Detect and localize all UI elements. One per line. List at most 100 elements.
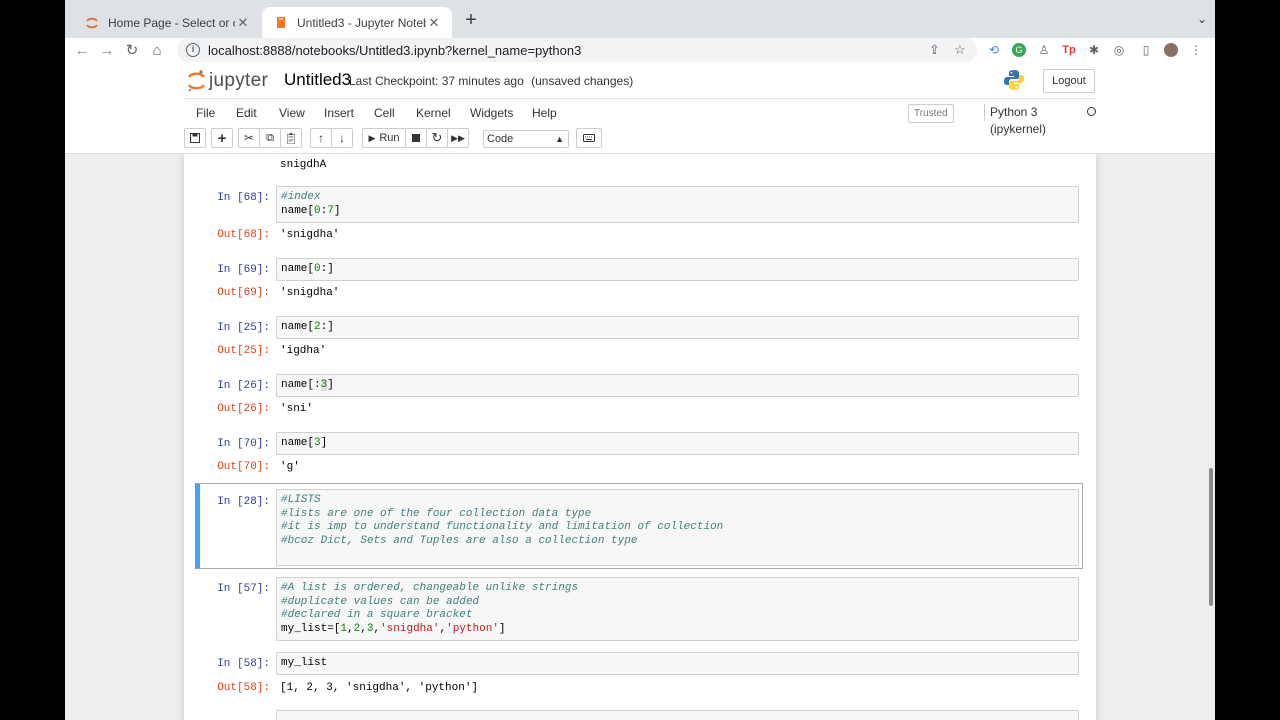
- code-comment: #duplicate values can be added: [281, 595, 480, 608]
- code-cell-input[interactable]: my_list: [276, 652, 1079, 675]
- extensions-puzzle-icon[interactable]: ✱: [1087, 43, 1101, 57]
- input-prompt: In [68]:: [217, 192, 270, 204]
- jupyter-logo[interactable]: jupyter: [187, 69, 268, 93]
- code-cell-input[interactable]: #A list is ordered, changeable unlike st…: [276, 577, 1079, 641]
- code-cell-input[interactable]: #index name[0:7]: [276, 186, 1079, 223]
- forward-arrow-icon[interactable]: →: [96, 40, 118, 62]
- notebook-name[interactable]: Untitled3: [284, 70, 351, 90]
- cell-type-select[interactable]: Code ▲: [483, 130, 569, 148]
- code-comment: #bcoz Dict, Sets and Tuples are also a c…: [281, 534, 638, 547]
- cell-output: 'sni': [280, 403, 314, 415]
- grammar-extension-icon[interactable]: G: [1012, 43, 1026, 57]
- code-cell-input[interactable]: name[0:]: [276, 258, 1079, 281]
- trusted-indicator[interactable]: Trusted: [908, 104, 954, 123]
- url-text: localhost:8888/notebooks/Untitled3.ipynb…: [208, 42, 582, 58]
- python-logo-icon: [1003, 69, 1025, 96]
- close-tab-icon[interactable]: ✕: [235, 15, 251, 31]
- menu-edit[interactable]: Edit: [236, 106, 257, 120]
- input-prompt: In [25]:: [217, 322, 270, 334]
- code-comment: #lists are one of the four collection da…: [281, 507, 592, 520]
- browser-toolbar: ← → ↻ ⌂ i localhost:8888/notebooks/Untit…: [65, 38, 1215, 65]
- chrome-menu-icon[interactable]: ⋮: [1189, 43, 1203, 57]
- run-button[interactable]: ▶ Run: [362, 128, 406, 148]
- output-prompt: Out[69]:: [217, 287, 270, 299]
- cell-type-value: Code: [487, 133, 514, 145]
- restart-icon[interactable]: ↻: [426, 128, 448, 148]
- profile-avatar[interactable]: [1164, 43, 1178, 57]
- code-cell-input[interactable]: #LISTS #lists are one of the four collec…: [276, 489, 1079, 566]
- sync-extension-icon[interactable]: ⟲: [987, 43, 1001, 57]
- input-prompt: In [58]:: [217, 658, 270, 670]
- move-down-arrow-icon[interactable]: ↓: [331, 128, 353, 148]
- menu-widgets[interactable]: Widgets: [470, 106, 513, 120]
- code-token: :]: [320, 321, 334, 333]
- notebook-favicon-icon: [274, 16, 288, 30]
- output-prompt: Out[70]:: [217, 461, 270, 473]
- code-cell-input[interactable]: name[:3]: [276, 374, 1079, 397]
- code-token: ]: [320, 437, 328, 449]
- code-token: ]: [333, 204, 341, 217]
- pin-extension-icon[interactable]: ♙: [1037, 43, 1051, 57]
- new-tab-button[interactable]: +: [461, 10, 481, 31]
- menu-help[interactable]: Help: [532, 106, 557, 120]
- menu-kernel[interactable]: Kernel: [416, 106, 451, 120]
- reload-icon[interactable]: ↻: [121, 40, 143, 62]
- paste-clipboard-icon[interactable]: 📋︎: [280, 128, 302, 148]
- cell-output: 'snigdha': [280, 287, 340, 299]
- checkpoint-status: Last Checkpoint: 37 minutes ago (unsaved…: [349, 74, 633, 88]
- notebook-scroll-area[interactable]: snigdhA In [68]: #index name[0:7] Out[68…: [65, 153, 1215, 720]
- move-up-arrow-icon[interactable]: ↑: [310, 128, 332, 148]
- vertical-scrollbar[interactable]: [1209, 468, 1213, 606]
- kernel-name[interactable]: Python 3 (ipykernel): [984, 104, 1096, 136]
- close-tab-icon[interactable]: ✕: [426, 15, 442, 31]
- code-token: :]: [320, 263, 334, 275]
- code-string: 'snigdha': [380, 622, 440, 635]
- output-prompt: Out[26]:: [217, 403, 270, 415]
- code-comment: #declared in a square bracket: [281, 609, 473, 622]
- command-palette-keyboard-icon[interactable]: [576, 128, 602, 148]
- save-icon[interactable]: [184, 128, 206, 148]
- code-comment: #index: [281, 191, 321, 203]
- tp-extension-icon[interactable]: Tp: [1062, 43, 1076, 57]
- code-token: name[:: [281, 379, 321, 391]
- tab-search-chevron-icon[interactable]: ⌄: [1197, 12, 1207, 26]
- logout-button[interactable]: Logout: [1043, 69, 1095, 93]
- menu-insert[interactable]: Insert: [324, 106, 354, 120]
- tab-home-page[interactable]: Home Page - Select or create a ✕: [73, 7, 261, 38]
- code-token: ]: [327, 379, 334, 391]
- cell-output: [1, 2, 3, 'snigdha', 'python']: [280, 682, 479, 694]
- interrupt-stop-icon[interactable]: [405, 128, 427, 148]
- tab-untitled3[interactable]: Untitled3 - Jupyter Notebook ✕: [262, 7, 452, 38]
- last-checkpoint: Last Checkpoint: 37 minutes ago: [349, 74, 524, 88]
- code-number: 0: [314, 204, 321, 217]
- insert-cell-plus-icon[interactable]: +: [211, 128, 233, 148]
- jupyter-logo-icon: [187, 70, 205, 92]
- menu-view[interactable]: View: [279, 106, 305, 120]
- code-token: ,: [347, 622, 354, 635]
- browser-window: Home Page - Select or create a ✕ Untitle…: [65, 0, 1215, 720]
- notebook-toolbar: + ✂ ⧉ 📋︎ ↑ ↓ ▶ Run ↻ ▶▶ Code ▲: [184, 125, 1096, 153]
- home-icon[interactable]: ⌂: [146, 40, 168, 62]
- restart-run-all-icon[interactable]: ▶▶: [447, 128, 469, 148]
- input-prompt: In [69]:: [217, 264, 270, 276]
- side-panel-icon[interactable]: ▯: [1139, 43, 1153, 57]
- address-bar[interactable]: i localhost:8888/notebooks/Untitled3.ipy…: [177, 38, 977, 62]
- cut-scissors-icon[interactable]: ✂: [238, 128, 260, 148]
- code-number: 3: [314, 437, 321, 449]
- code-comment: #it is imp to understand functionality a…: [281, 521, 724, 534]
- menu-file[interactable]: File: [196, 106, 215, 120]
- share-icon[interactable]: ⇪: [929, 42, 940, 58]
- site-info-icon[interactable]: i: [186, 43, 200, 57]
- select-chevron-icon: ▲: [555, 134, 564, 144]
- code-number: 7: [327, 204, 334, 217]
- notebook-menubar: File Edit View Insert Cell Kernel Widget…: [184, 98, 1096, 136]
- code-cell-input[interactable]: name[2:]: [276, 316, 1079, 339]
- code-token: name[: [281, 321, 315, 333]
- code-cell-input[interactable]: name[3]: [276, 432, 1079, 455]
- copy-icon[interactable]: ⧉: [259, 128, 281, 148]
- media-control-icon[interactable]: ◎: [1112, 43, 1126, 57]
- menu-cell[interactable]: Cell: [374, 106, 395, 120]
- back-arrow-icon[interactable]: ←: [71, 40, 93, 62]
- bookmark-star-icon[interactable]: ☆: [954, 42, 966, 58]
- input-prompt: In [70]:: [217, 438, 270, 450]
